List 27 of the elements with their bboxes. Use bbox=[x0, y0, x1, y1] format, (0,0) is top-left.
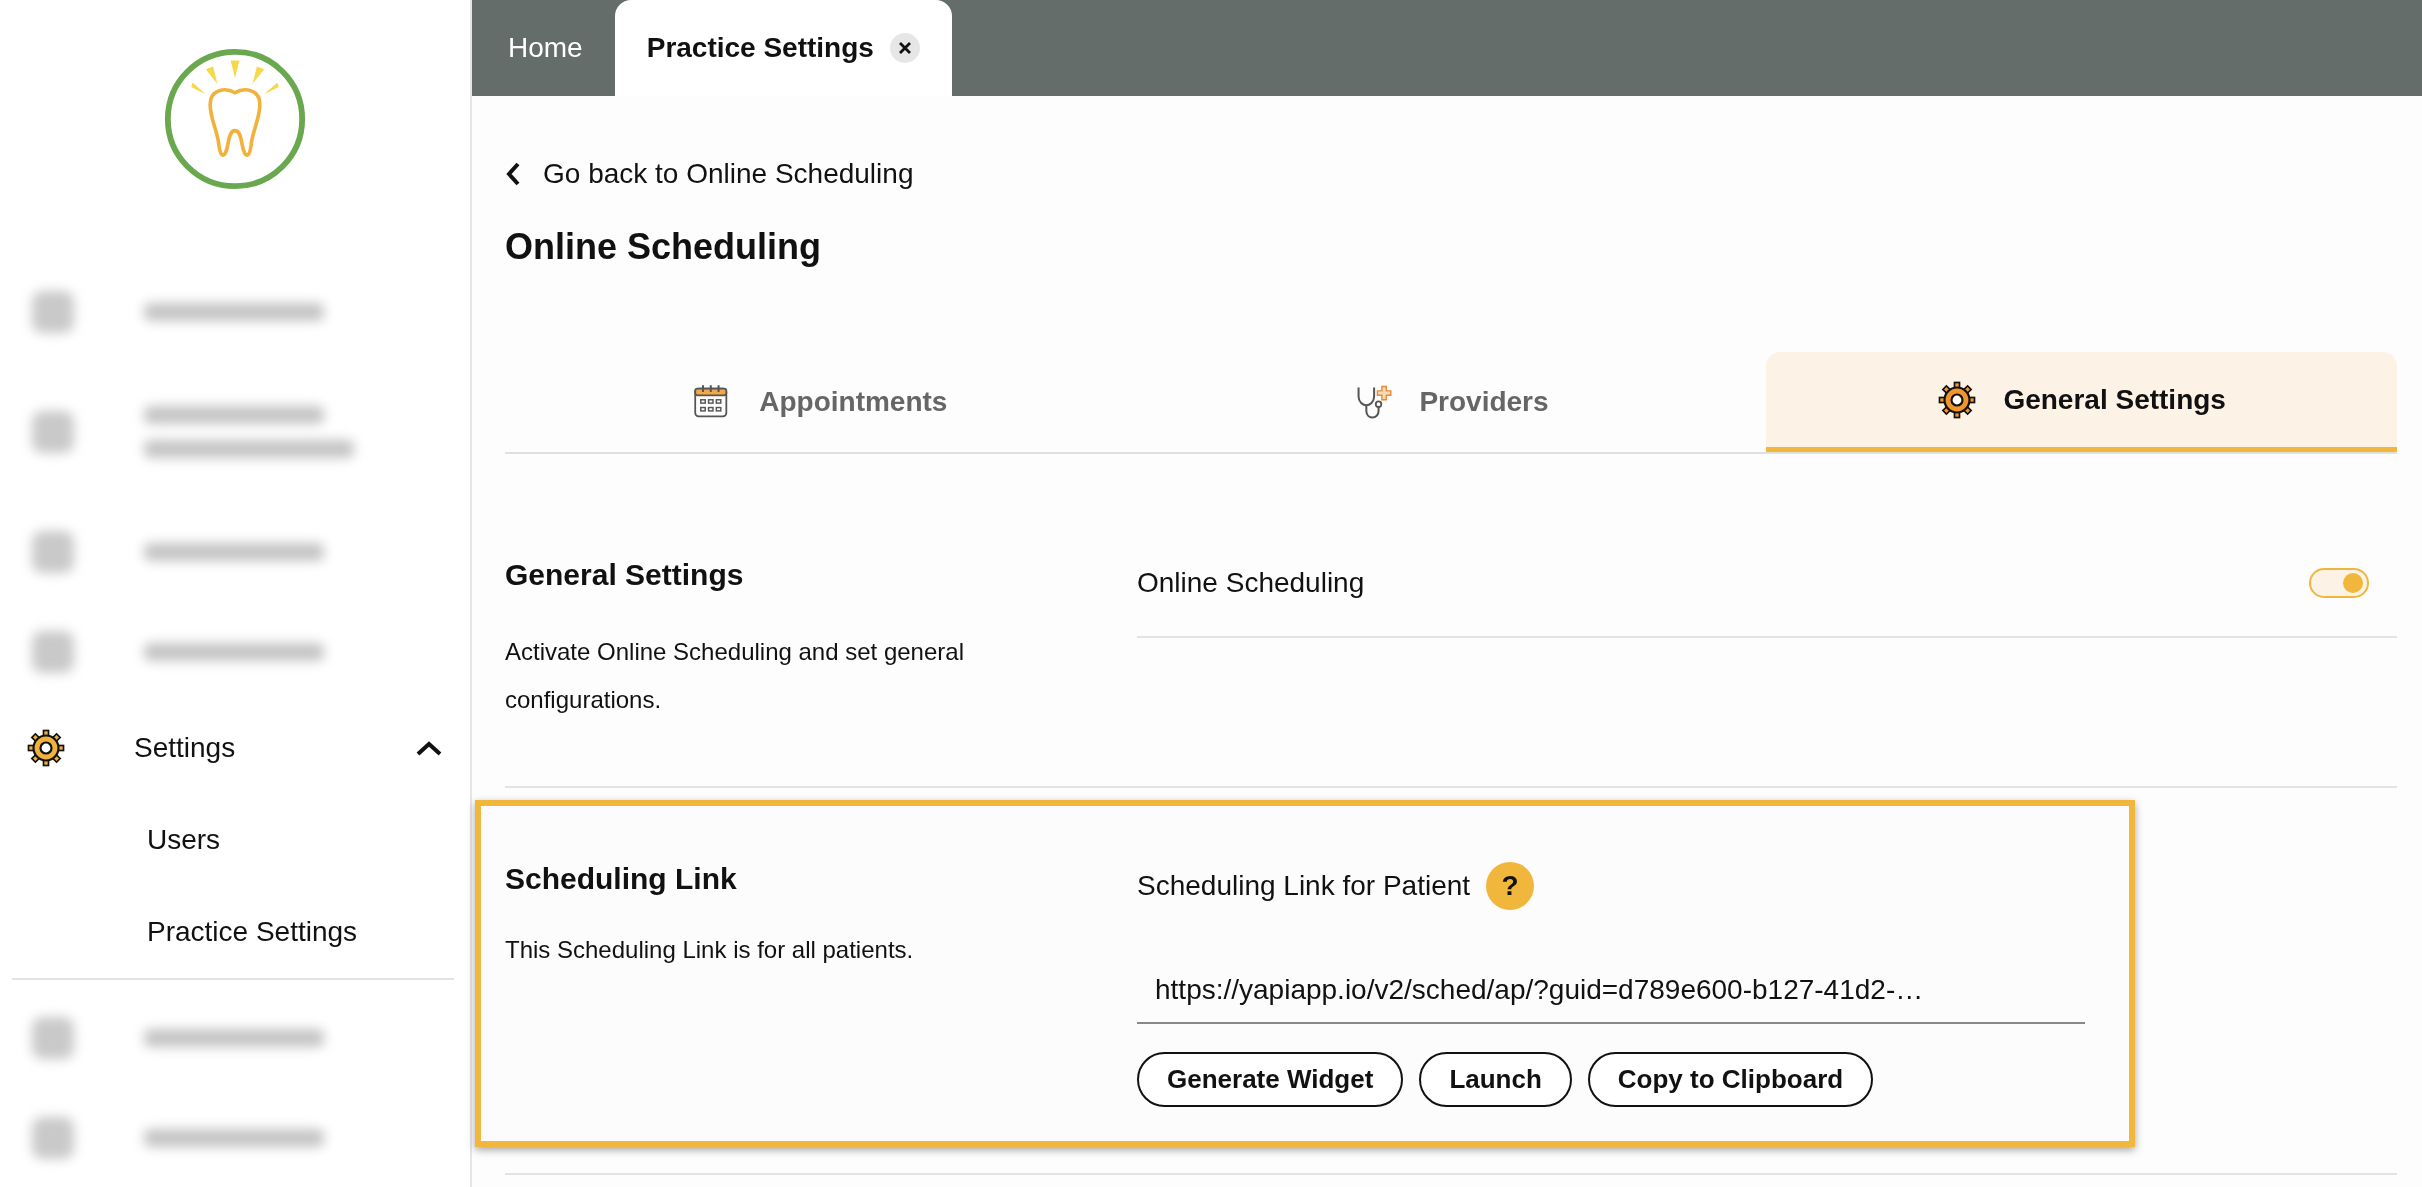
url-field[interactable]: https://yapiapp.io/v2/sched/ap/?guid=d789e600-b127-41d2-… bbox=[1137, 964, 2085, 1024]
tab[interactable]: Practice Settings bbox=[614, 0, 952, 96]
back-link[interactable]: Go back to Online Scheduling bbox=[505, 158, 2397, 190]
close-icon bbox=[897, 41, 912, 55]
chevron-left-icon bbox=[505, 161, 521, 187]
section-tab[interactable]: Providers bbox=[1135, 352, 1767, 452]
tab[interactable]: Home bbox=[476, 0, 615, 96]
page-title: Online Scheduling bbox=[505, 226, 823, 268]
gear-icon bbox=[1937, 379, 1978, 420]
setting-label: Online Scheduling bbox=[1137, 567, 1365, 599]
action-button[interactable]: Launch bbox=[1419, 1052, 1572, 1107]
section-description: Activate Online Scheduling and set general configurations. bbox=[505, 637, 965, 715]
action-button[interactable]: Copy to Clipboard bbox=[1587, 1052, 1874, 1107]
section-title: Scheduling Link bbox=[505, 862, 738, 896]
help-button[interactable]: ? bbox=[1486, 862, 1535, 910]
settings-menu-item[interactable]: Settings bbox=[12, 702, 458, 794]
gear-icon bbox=[26, 728, 66, 768]
submenu-item[interactable]: Users bbox=[12, 794, 458, 886]
section-description: This Scheduling Link is for all patients. bbox=[505, 935, 915, 965]
action-button[interactable]: Generate Widget bbox=[1137, 1052, 1404, 1107]
section-title: General Settings bbox=[505, 558, 745, 592]
section-tab[interactable]: Appointments bbox=[505, 352, 1136, 452]
submenu-item[interactable]: Practice Settings bbox=[12, 886, 458, 978]
section-tab[interactable]: General Settings bbox=[1766, 352, 2397, 452]
field-label: Scheduling Link for Patient bbox=[1137, 870, 1471, 902]
toggle-switch[interactable] bbox=[2309, 568, 2369, 598]
close-button[interactable] bbox=[889, 33, 920, 63]
